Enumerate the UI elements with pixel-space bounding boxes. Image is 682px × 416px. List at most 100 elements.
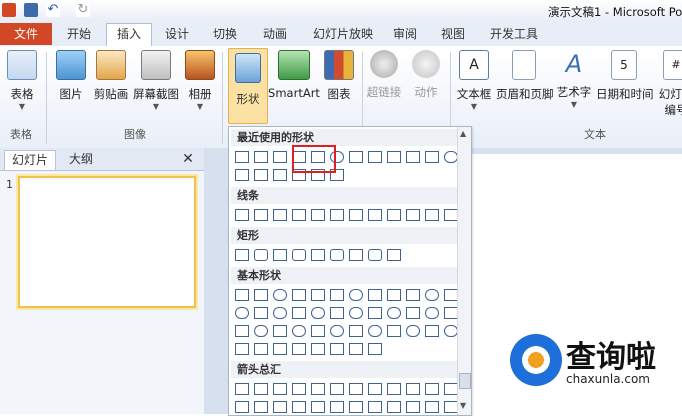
shape-option[interactable] [425, 289, 439, 301]
shape-option[interactable] [330, 209, 344, 221]
shape-option[interactable] [292, 249, 306, 261]
shape-option[interactable] [444, 401, 458, 413]
shape-option[interactable] [387, 401, 401, 413]
shape-option[interactable] [311, 307, 325, 319]
shape-option[interactable] [425, 209, 439, 221]
shape-option[interactable] [235, 289, 249, 301]
shape-option[interactable] [406, 307, 420, 319]
save-icon[interactable] [24, 3, 38, 17]
textbox-button[interactable]: A 文本框 ▼ [454, 50, 494, 111]
shape-option[interactable] [406, 383, 420, 395]
shape-option[interactable] [273, 401, 287, 413]
table-button[interactable]: 表格 ▼ [6, 50, 38, 111]
shape-option[interactable] [235, 307, 249, 319]
photo-album-button[interactable]: 相册 ▼ [184, 50, 216, 111]
shape-option[interactable] [292, 209, 306, 221]
shape-option[interactable] [425, 307, 439, 319]
shape-option[interactable] [273, 249, 287, 261]
shape-option[interactable] [425, 401, 439, 413]
shape-option[interactable] [254, 307, 268, 319]
shape-option[interactable] [368, 289, 382, 301]
tab-developer[interactable]: 开发工具 [484, 24, 544, 44]
shape-option[interactable] [387, 209, 401, 221]
shape-option[interactable] [349, 401, 363, 413]
shape-option[interactable] [387, 325, 401, 337]
shape-option[interactable] [235, 169, 249, 181]
shape-option[interactable] [273, 169, 287, 181]
shape-option[interactable] [292, 343, 306, 355]
screenshot-button[interactable]: 屏幕截图 ▼ [132, 50, 180, 111]
shape-option[interactable] [330, 401, 344, 413]
shape-option[interactable] [368, 401, 382, 413]
action-button[interactable]: 动作 [410, 50, 442, 100]
shape-option[interactable] [254, 249, 268, 261]
shape-option[interactable] [235, 325, 249, 337]
shape-option[interactable] [330, 249, 344, 261]
shape-option[interactable] [368, 383, 382, 395]
shape-option[interactable] [387, 289, 401, 301]
shape-option[interactable] [330, 343, 344, 355]
shape-option[interactable] [254, 401, 268, 413]
tab-design[interactable]: 设计 [158, 24, 196, 44]
picture-button[interactable]: 图片 [54, 50, 88, 102]
shape-option[interactable] [387, 307, 401, 319]
shape-option[interactable] [349, 325, 363, 337]
tab-slides[interactable]: 幻灯片 [4, 150, 56, 170]
tab-home[interactable]: 开始 [60, 24, 98, 44]
shape-option[interactable] [311, 343, 325, 355]
shape-option[interactable] [273, 289, 287, 301]
shape-option[interactable] [311, 383, 325, 395]
hyperlink-button[interactable]: 超链接 [366, 50, 402, 100]
shape-option[interactable] [235, 151, 249, 163]
chart-button[interactable]: 图表 [324, 50, 354, 102]
shape-option[interactable] [349, 151, 363, 163]
shape-option[interactable] [387, 151, 401, 163]
shape-option[interactable] [235, 401, 249, 413]
slide-number-button[interactable]: # 幻灯片 编号 [656, 50, 682, 118]
shape-option[interactable] [311, 209, 325, 221]
shape-option[interactable] [444, 383, 458, 395]
tab-file[interactable]: 文件 [0, 23, 52, 45]
shape-option[interactable] [349, 343, 363, 355]
shape-option[interactable] [406, 209, 420, 221]
tab-insert[interactable]: 插入 [106, 23, 152, 46]
shape-option[interactable] [235, 343, 249, 355]
shape-option[interactable] [406, 401, 420, 413]
datetime-button[interactable]: 5 日期和时间 [596, 50, 654, 102]
shape-option[interactable] [330, 325, 344, 337]
scroll-up-icon[interactable]: ▲ [460, 129, 466, 138]
shape-option[interactable] [349, 307, 363, 319]
shape-option[interactable] [425, 383, 439, 395]
shape-option[interactable] [311, 289, 325, 301]
tab-transitions[interactable]: 切换 [206, 24, 244, 44]
shape-option[interactable] [273, 383, 287, 395]
shape-option[interactable] [292, 383, 306, 395]
shape-option[interactable] [330, 289, 344, 301]
shape-option[interactable] [387, 383, 401, 395]
shape-option[interactable] [349, 249, 363, 261]
shape-option[interactable] [254, 383, 268, 395]
shape-option[interactable] [444, 151, 458, 163]
tab-view[interactable]: 视图 [436, 24, 470, 44]
undo-icon[interactable]: ↶ [46, 3, 60, 17]
shape-option[interactable] [425, 325, 439, 337]
tab-slideshow[interactable]: 幻灯片放映 [306, 24, 380, 44]
shape-option[interactable] [254, 209, 268, 221]
shape-option[interactable] [254, 169, 268, 181]
close-icon[interactable]: ✕ [180, 150, 196, 169]
shape-option[interactable] [406, 325, 420, 337]
shape-option[interactable] [311, 249, 325, 261]
shape-option[interactable] [292, 289, 306, 301]
shape-option[interactable] [425, 151, 439, 163]
shape-option[interactable] [368, 307, 382, 319]
shape-option[interactable] [254, 325, 268, 337]
shape-option[interactable] [406, 289, 420, 301]
shape-option[interactable] [311, 401, 325, 413]
shapes-button[interactable]: 形状 [228, 48, 268, 124]
smartart-button[interactable]: SmartArt [268, 50, 320, 100]
shape-option[interactable] [273, 307, 287, 319]
shape-option[interactable] [235, 209, 249, 221]
shape-option[interactable] [349, 289, 363, 301]
shape-option[interactable] [349, 383, 363, 395]
shape-option[interactable] [444, 289, 458, 301]
